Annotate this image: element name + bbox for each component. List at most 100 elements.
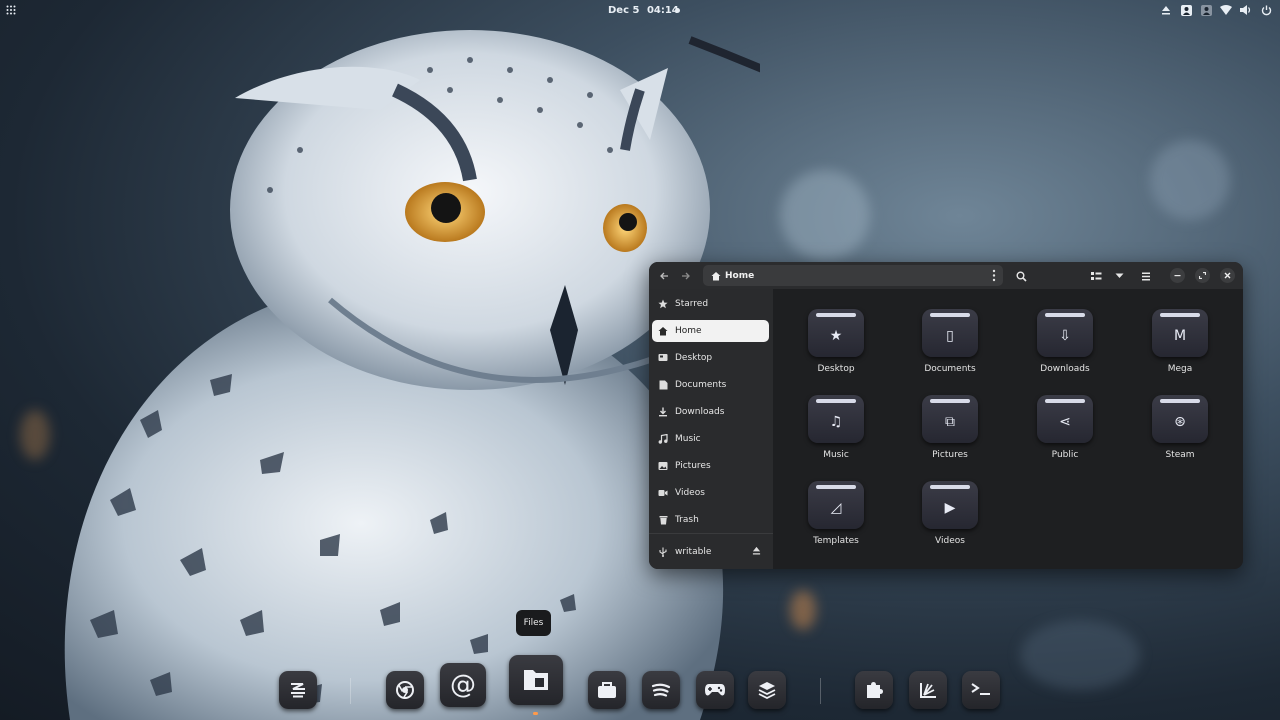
- zorin-icon: [291, 683, 305, 698]
- home-icon: [658, 326, 668, 336]
- sidebar-item-label: Pictures: [675, 461, 711, 471]
- main-menu-button[interactable]: [1137, 267, 1155, 285]
- sidebar-item-documents[interactable]: Documents: [652, 374, 769, 396]
- video-icon: [658, 488, 668, 498]
- sidebar-item-trash[interactable]: Trash: [652, 509, 769, 531]
- contacts-icon[interactable]: [1180, 4, 1192, 16]
- desktop-icon: [658, 353, 668, 363]
- sidebar-divider: [649, 533, 773, 534]
- power-icon[interactable]: [1260, 4, 1272, 16]
- close-icon: [1224, 272, 1231, 279]
- dock-software-store[interactable]: [588, 671, 626, 709]
- folder-music[interactable]: ♫ Music: [796, 395, 876, 477]
- back-button[interactable]: [655, 267, 673, 285]
- download-icon: [658, 407, 668, 417]
- dock-chrome[interactable]: [386, 671, 424, 709]
- sidebar-item-home[interactable]: Home: [652, 320, 769, 342]
- path-label: Home: [725, 270, 755, 281]
- gamepad-icon: ⊛: [1174, 414, 1186, 430]
- arrow-left-icon: [660, 272, 668, 280]
- owl-illustration: [64, 30, 760, 720]
- minimize-icon: [1174, 275, 1181, 277]
- dock-spotify[interactable]: [642, 671, 680, 709]
- clock-time: 04:14: [646, 5, 679, 16]
- wifi-icon[interactable]: [1220, 4, 1232, 16]
- close-button[interactable]: [1220, 268, 1235, 283]
- folder-videos[interactable]: ▶ Videos: [910, 481, 990, 563]
- sidebar-item-label: Downloads: [675, 407, 725, 417]
- email-icon: @: [450, 670, 476, 700]
- sidebar-item-writable[interactable]: writable: [652, 541, 769, 563]
- sidebar-item-starred[interactable]: Starred: [652, 293, 769, 315]
- folder-icon: ⧉: [922, 395, 978, 443]
- activities-icon[interactable]: [6, 5, 16, 15]
- clock[interactable]: Dec 5 04:14: [608, 5, 683, 16]
- more-options-icon[interactable]: [991, 269, 997, 282]
- running-indicator: [533, 712, 538, 715]
- folder-icon: ⇩: [1037, 309, 1093, 357]
- path-bar[interactable]: Home: [703, 265, 1003, 286]
- minimize-button[interactable]: [1170, 268, 1185, 283]
- dock-files[interactable]: [509, 655, 563, 705]
- person-icon[interactable]: [1200, 4, 1212, 16]
- dock-terminal[interactable]: [962, 671, 1000, 709]
- files-window[interactable]: Home Starred Home Desktop Documents Down…: [649, 262, 1243, 569]
- sidebar-item-label: Home: [675, 326, 702, 336]
- home-icon: [711, 271, 721, 280]
- dock-extensions[interactable]: [855, 671, 893, 709]
- folder-icon: ⋖: [1037, 395, 1093, 443]
- folder-templates[interactable]: ◿ Templates: [796, 481, 876, 563]
- maximize-button[interactable]: [1195, 268, 1210, 283]
- sidebar-item-label: Documents: [675, 380, 727, 390]
- sidebar-item-music[interactable]: Music: [652, 428, 769, 450]
- clock-date: Dec 5: [608, 5, 640, 16]
- play-icon: ▶: [944, 500, 956, 516]
- folder-steam[interactable]: ⊛ Steam: [1140, 395, 1220, 477]
- folder-grid: ★ Desktop ▯ Documents ⇩ Downloads M Mega…: [773, 289, 1243, 569]
- view-toggle-button[interactable]: [1087, 267, 1105, 285]
- template-icon: ◿: [830, 500, 842, 516]
- dock-zorin-menu[interactable]: [279, 671, 317, 709]
- sidebar-item-pictures[interactable]: Pictures: [652, 455, 769, 477]
- dock-system-monitor[interactable]: [909, 671, 947, 709]
- eject-icon[interactable]: [1160, 4, 1172, 16]
- dock-games[interactable]: [696, 671, 734, 709]
- folder-label: Videos: [935, 536, 965, 546]
- picture-icon: [658, 461, 668, 471]
- spotify-icon: [651, 683, 671, 697]
- sidebar-item-label: Trash: [675, 515, 699, 525]
- folder-mega[interactable]: M Mega: [1140, 309, 1220, 391]
- folder-icon: ◿: [808, 481, 864, 529]
- folder-downloads[interactable]: ⇩ Downloads: [1025, 309, 1105, 391]
- places-sidebar: Starred Home Desktop Documents Downloads…: [649, 289, 773, 569]
- view-options-button[interactable]: [1110, 267, 1128, 285]
- music-icon: [658, 434, 668, 444]
- forward-button[interactable]: [677, 267, 695, 285]
- sidebar-item-downloads[interactable]: Downloads: [652, 401, 769, 423]
- sidebar-item-label: Videos: [675, 488, 705, 498]
- folder-desktop[interactable]: ★ Desktop: [796, 309, 876, 391]
- folder-label: Mega: [1167, 364, 1193, 374]
- trash-icon: [658, 515, 668, 525]
- dock-email[interactable]: @: [440, 663, 486, 707]
- sidebar-item-desktop[interactable]: Desktop: [652, 347, 769, 369]
- folder-public[interactable]: ⋖ Public: [1025, 395, 1105, 477]
- folder-label: Pictures: [932, 450, 968, 460]
- sidebar-item-videos[interactable]: Videos: [652, 482, 769, 504]
- files-icon: [524, 670, 548, 690]
- eject-icon[interactable]: [752, 546, 761, 558]
- gamepad-icon: [705, 684, 725, 696]
- dock-layers[interactable]: [748, 671, 786, 709]
- dock-separator: [820, 678, 821, 704]
- document-icon: [658, 380, 668, 390]
- folder-icon: ⊛: [1152, 395, 1208, 443]
- folder-pictures[interactable]: ⧉ Pictures: [910, 395, 990, 477]
- mega-icon: M: [1173, 328, 1187, 344]
- top-bar: Dec 5 04:14: [0, 0, 1280, 22]
- folder-documents[interactable]: ▯ Documents: [910, 309, 990, 391]
- folder-icon: ★: [808, 309, 864, 357]
- folder-icon: ♫: [808, 395, 864, 443]
- volume-icon[interactable]: [1240, 4, 1252, 16]
- system-tray[interactable]: [1160, 4, 1272, 16]
- search-button[interactable]: [1012, 267, 1030, 285]
